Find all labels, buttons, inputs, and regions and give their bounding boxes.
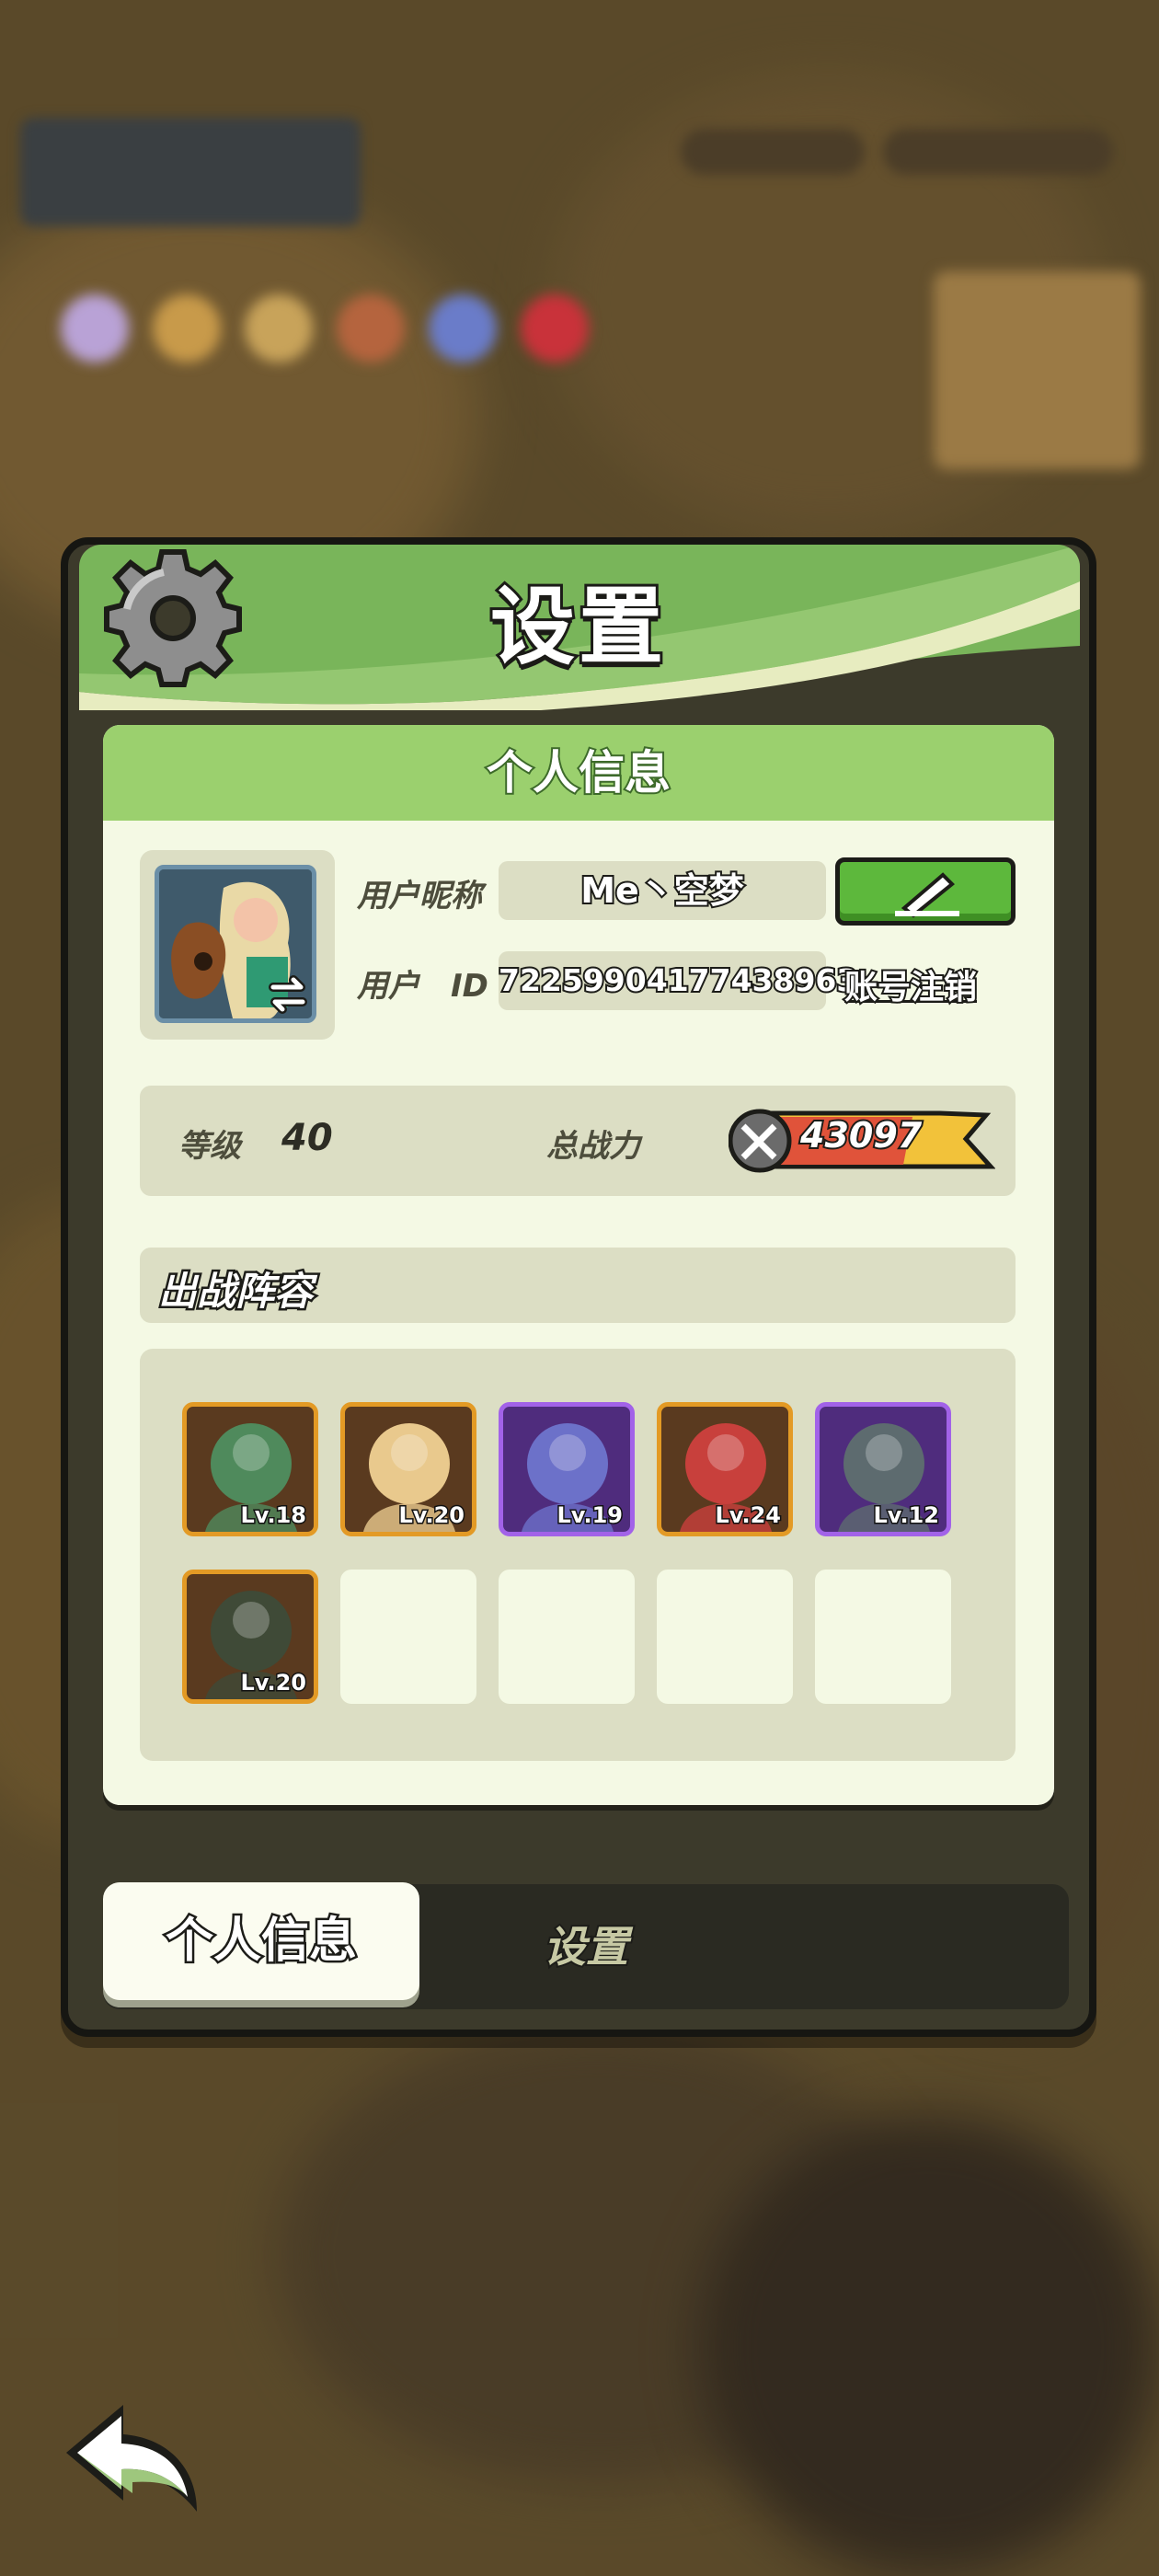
hero-slot[interactable]: Lv.20 — [340, 1402, 476, 1536]
back-arrow-icon[interactable] — [59, 2398, 206, 2517]
nickname-label: 用户昵称 — [357, 878, 482, 914]
hero-level: Lv.12 — [872, 1501, 940, 1530]
nickname-field: Me丶空梦 — [499, 861, 826, 920]
total-power-label: 总战力 — [546, 1128, 640, 1165]
empty-hero-slot[interactable] — [657, 1570, 793, 1704]
edit-nickname-button[interactable] — [835, 857, 1016, 926]
level-label: 等级 — [178, 1128, 241, 1165]
avatar-frame[interactable] — [140, 850, 335, 1040]
tab-settings[interactable]: 设置 — [471, 1884, 701, 2009]
hero-slot[interactable]: Lv.24 — [657, 1402, 793, 1536]
event-icon — [521, 294, 589, 362]
event-icon — [337, 294, 405, 362]
avatar[interactable] — [155, 865, 316, 1023]
hero-level: Lv.20 — [239, 1669, 307, 1697]
section-header: 个人信息 — [103, 725, 1054, 821]
hud-gem-resource — [681, 129, 865, 175]
hud-gold-resource — [883, 129, 1113, 175]
empty-hero-slot[interactable] — [340, 1570, 476, 1704]
event-icon — [429, 294, 497, 362]
minimap — [934, 271, 1141, 469]
swap-icon — [269, 975, 307, 1014]
user-id-field: 72259904177438963 — [497, 951, 859, 1010]
event-icon — [61, 294, 129, 362]
empty-hero-slot[interactable] — [499, 1570, 635, 1704]
tab-personal-info[interactable]: 个人信息 — [103, 1882, 419, 2000]
hero-slot[interactable]: Lv.18 — [182, 1402, 318, 1536]
hero-level: Lv.20 — [397, 1501, 465, 1530]
stats-row: 等级 40 总战力 43097 — [140, 1086, 1016, 1196]
hero-slot[interactable]: Lv.20 — [182, 1570, 318, 1704]
level-value: 40 — [281, 1117, 333, 1159]
hero-level: Lv.24 — [714, 1501, 782, 1530]
lineup-grid: Lv.18 Lv.20 Lv.19 Lv.24 Lv.12 Lv.20 — [140, 1349, 1016, 1761]
hud-player-card — [20, 118, 361, 226]
user-id-label: 用户 ID — [357, 968, 488, 1005]
event-icon — [153, 294, 221, 362]
hero-level: Lv.18 — [239, 1501, 307, 1530]
pencil-icon — [895, 872, 959, 918]
personal-info-content: 个人信息 用户昵称 Me丶空梦 用户 ID 72259904177438963 … — [103, 725, 1054, 1805]
delete-account-link[interactable]: 账号注销 — [843, 960, 979, 1008]
total-power-value: 43097 — [798, 1113, 924, 1157]
panel-title: 设置 — [488, 575, 667, 679]
hero-slot[interactable]: Lv.19 — [499, 1402, 635, 1536]
lineup-header: 出战阵容 — [140, 1248, 1016, 1323]
event-icon — [245, 294, 313, 362]
empty-hero-slot[interactable] — [815, 1570, 951, 1704]
tab-bar: 个人信息 设置 — [103, 1882, 1069, 2009]
hero-slot[interactable]: Lv.12 — [815, 1402, 951, 1536]
lineup-title: 出战阵容 — [155, 1267, 315, 1317]
settings-panel: 设置 个人信息 用户昵称 Me丶空梦 用户 ID 722599041774389… — [61, 537, 1096, 2037]
hero-level: Lv.19 — [556, 1501, 624, 1530]
